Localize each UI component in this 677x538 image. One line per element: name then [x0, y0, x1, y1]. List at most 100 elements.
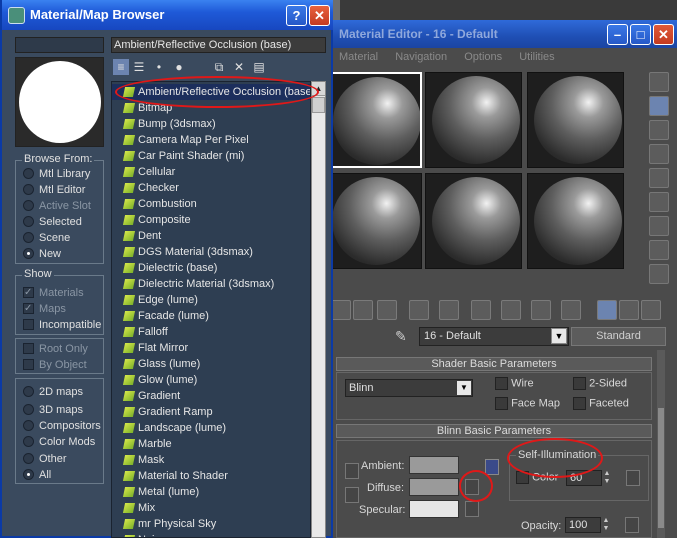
opacity-field[interactable]: 100: [565, 517, 601, 533]
radio-button[interactable]: [23, 436, 34, 447]
list-item[interactable]: Glow (lume): [112, 372, 310, 388]
make-preview-icon[interactable]: [649, 192, 669, 212]
list-item[interactable]: Bump (3dsmax): [112, 116, 310, 132]
sample-slot[interactable]: [325, 173, 422, 269]
list-item[interactable]: Car Paint Shader (mi): [112, 148, 310, 164]
menu-navigation[interactable]: Navigation: [395, 51, 447, 63]
make-unique-icon[interactable]: [471, 300, 491, 320]
sample-slot[interactable]: [425, 72, 522, 168]
specular-color-swatch[interactable]: [409, 500, 459, 518]
wire-option[interactable]: Wire: [495, 377, 534, 390]
list-item[interactable]: Falloff: [112, 324, 310, 340]
list-item[interactable]: Glass (lume): [112, 356, 310, 372]
shader-type-dropdown[interactable]: Blinn ▼: [345, 379, 473, 397]
self-illum-color-option[interactable]: Color: [516, 471, 558, 484]
other-option[interactable]: Other: [23, 451, 67, 467]
material-name-dropdown[interactable]: ▼: [551, 328, 567, 344]
browse-mtl-library-option[interactable]: Mtl Library: [23, 166, 90, 182]
2d-maps-option[interactable]: 2D maps: [23, 384, 83, 400]
sample-slot[interactable]: [527, 173, 624, 269]
radio-button[interactable]: [23, 469, 34, 480]
delete-icon[interactable]: ✕: [231, 59, 247, 75]
list-scrollbar[interactable]: ▲: [311, 81, 326, 538]
view-large-icons-icon[interactable]: ●: [171, 59, 187, 75]
show-incompatible-option[interactable]: Incompatible: [23, 317, 101, 333]
radio-button[interactable]: [23, 248, 34, 259]
browse-mtl-editor-option[interactable]: Mtl Editor: [23, 182, 85, 198]
video-color-check-icon[interactable]: [649, 168, 669, 188]
browse-selected-option[interactable]: Selected: [23, 214, 82, 230]
radio-button[interactable]: [23, 420, 34, 431]
go-forward-to-sibling-icon[interactable]: [641, 300, 661, 320]
go-to-parent-icon[interactable]: [619, 300, 639, 320]
opacity-map-button[interactable]: [625, 517, 639, 533]
clear-library-icon[interactable]: ▤: [251, 59, 267, 75]
list-item[interactable]: Material to Shader: [112, 468, 310, 484]
parameters-scroll-thumb[interactable]: [658, 408, 664, 528]
radio-button[interactable]: [23, 453, 34, 464]
material-map-list[interactable]: Ambient/Reflective Occlusion (base Bitmap…: [111, 81, 311, 538]
uv-tiling-icon[interactable]: [649, 144, 669, 164]
options-icon[interactable]: [649, 216, 669, 236]
list-item[interactable]: DGS Material (3dsmax): [112, 244, 310, 260]
material-id-channel-icon[interactable]: [531, 300, 551, 320]
lock-diffuse-specular-button[interactable]: [345, 487, 359, 503]
3d-maps-option[interactable]: 3D maps: [23, 402, 83, 418]
list-item[interactable]: Dielectric (base): [112, 260, 310, 276]
view-small-icons-icon[interactable]: •: [151, 59, 167, 75]
all-option[interactable]: All: [23, 467, 51, 483]
list-item[interactable]: Bitmap: [112, 100, 310, 116]
two-sided-option[interactable]: 2-Sided: [573, 377, 627, 390]
blinn-basic-parameters-rollout[interactable]: Blinn Basic Parameters: [336, 424, 652, 438]
list-item[interactable]: Facade (lume): [112, 308, 310, 324]
view-list-icon[interactable]: ≡: [113, 59, 129, 75]
list-item[interactable]: Gradient: [112, 388, 310, 404]
faceted-option[interactable]: Faceted: [573, 397, 629, 410]
parameters-scrollbar[interactable]: [657, 350, 665, 538]
minimize-button[interactable]: –: [607, 24, 628, 45]
list-item[interactable]: Dielectric Material (3dsmax): [112, 276, 310, 292]
wire-checkbox[interactable]: [495, 377, 508, 390]
update-scene-materials-icon[interactable]: ⧉: [211, 59, 227, 75]
list-item[interactable]: Metal (lume): [112, 484, 310, 500]
select-by-material-icon[interactable]: [649, 240, 669, 260]
sample-slot[interactable]: [325, 72, 422, 168]
checkbox[interactable]: [23, 319, 34, 330]
list-item[interactable]: Gradient Ramp: [112, 404, 310, 420]
list-item[interactable]: Combustion: [112, 196, 310, 212]
maximize-button[interactable]: □: [630, 24, 651, 45]
list-item[interactable]: Checker: [112, 180, 310, 196]
list-item[interactable]: Flat Mirror: [112, 340, 310, 356]
put-to-scene-icon[interactable]: [353, 300, 373, 320]
close-button[interactable]: ✕: [309, 5, 330, 26]
background-checker-icon[interactable]: [649, 120, 669, 140]
list-item[interactable]: Landscape (lume): [112, 420, 310, 436]
list-item[interactable]: Dent: [112, 228, 310, 244]
color-mods-option[interactable]: Color Mods: [23, 434, 95, 450]
list-item[interactable]: Edge (lume): [112, 292, 310, 308]
diffuse-map-button[interactable]: [465, 479, 479, 495]
view-list-icons-icon[interactable]: ☰: [131, 59, 147, 75]
browse-new-option[interactable]: New: [23, 246, 61, 262]
put-to-library-icon[interactable]: [501, 300, 521, 320]
browse-scene-option[interactable]: Scene: [23, 230, 70, 246]
two-sided-checkbox[interactable]: [573, 377, 586, 390]
lock-icon[interactable]: [485, 459, 499, 475]
sample-slot[interactable]: [425, 173, 522, 269]
list-item[interactable]: Ambient/Reflective Occlusion (base: [112, 84, 310, 100]
menu-options[interactable]: Options: [464, 51, 502, 63]
radio-button[interactable]: [23, 386, 34, 397]
radio-button[interactable]: [23, 232, 34, 243]
scroll-thumb[interactable]: [312, 97, 325, 113]
list-item[interactable]: Marble: [112, 436, 310, 452]
opacity-spinner[interactable]: ▲ ▼: [601, 517, 611, 533]
make-copy-icon[interactable]: [439, 300, 459, 320]
self-illum-map-button[interactable]: [626, 470, 640, 486]
self-illum-spinner[interactable]: ▲ ▼: [602, 470, 612, 486]
shader-basic-parameters-rollout[interactable]: Shader Basic Parameters: [336, 357, 652, 371]
sample-slot[interactable]: [527, 72, 624, 168]
help-button[interactable]: ?: [286, 5, 307, 26]
list-item[interactable]: Cellular: [112, 164, 310, 180]
radio-button[interactable]: [23, 184, 34, 195]
radio-button[interactable]: [23, 168, 34, 179]
